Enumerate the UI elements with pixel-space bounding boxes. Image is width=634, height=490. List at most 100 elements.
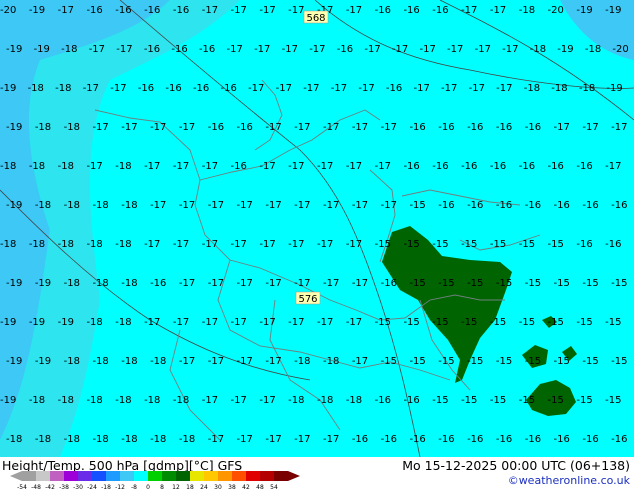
temperature-label: -16	[611, 200, 627, 211]
temperature-label: -18	[323, 356, 339, 367]
temperature-label: -17	[208, 278, 224, 289]
temperature-label: -18	[524, 83, 540, 94]
scale-color-box	[106, 471, 120, 481]
temperature-label: -17	[86, 161, 102, 172]
temperature-label: -16	[409, 122, 425, 133]
temperature-label: -17	[294, 278, 310, 289]
temperature-label: -19	[35, 278, 51, 289]
temperature-label: -16	[221, 83, 237, 94]
temperature-label: -16	[381, 434, 397, 445]
temperature-label: -17	[276, 83, 292, 94]
credit-link[interactable]: ©weatheronline.co.uk	[508, 474, 630, 487]
scale-color-box	[204, 471, 218, 481]
temperature-label: -15	[611, 356, 627, 367]
scale-color-box	[218, 471, 232, 481]
temperature-label: -18	[121, 434, 137, 445]
temperature-label: -16	[576, 239, 592, 250]
temperature-label: -16	[611, 434, 627, 445]
temperature-label: -16	[403, 161, 419, 172]
temperature-label: -20	[548, 5, 564, 16]
temperature-label: -16	[144, 5, 160, 16]
temperature-label: -15	[461, 395, 477, 406]
temperature-label: -18	[61, 44, 77, 55]
temperature-label: -18	[150, 356, 166, 367]
temperature-label: -16	[548, 161, 564, 172]
temperature-label: -18	[346, 395, 362, 406]
temperature-label: -18	[519, 5, 535, 16]
scale-color-box	[232, 471, 246, 481]
temperature-label: -15	[519, 239, 535, 250]
temperature-label: -15	[548, 317, 564, 328]
temperature-label: -17	[227, 44, 243, 55]
temperature-label: -18	[58, 239, 74, 250]
temperature-label: -15	[554, 278, 570, 289]
temperature-label: -18	[29, 395, 45, 406]
temperature-label: -17	[173, 239, 189, 250]
scale-color-box	[148, 471, 162, 481]
contour-label-568: 568	[303, 10, 329, 24]
temperature-label: -17	[346, 5, 362, 16]
temperature-label: -17	[346, 161, 362, 172]
temperature-label: -17	[259, 5, 275, 16]
temperature-label: -16	[582, 200, 598, 211]
temperature-label: -16	[432, 5, 448, 16]
temperature-label: -16	[409, 434, 425, 445]
temperature-label: -15	[519, 395, 535, 406]
temperature-label: -16	[193, 83, 209, 94]
temperature-label: -19	[29, 5, 45, 16]
temperature-label: -17	[294, 122, 310, 133]
temperature-label: -17	[358, 83, 374, 94]
temperature-label: -16	[519, 161, 535, 172]
scale-arrow-right	[288, 471, 300, 481]
temperature-label: -17	[202, 161, 218, 172]
temperature-label: -16	[438, 200, 454, 211]
temperature-label: -16	[381, 278, 397, 289]
height-label-576: 576	[298, 294, 317, 305]
temperature-label: -17	[179, 356, 195, 367]
scale-tick-label: 38	[228, 484, 236, 490]
temperature-label: -19	[58, 317, 74, 328]
temperature-label: -15	[490, 395, 506, 406]
temperature-label: -17	[317, 317, 333, 328]
temperature-label: -16	[403, 395, 419, 406]
scale-tick-label: -48	[31, 484, 41, 490]
temperature-label: -17	[447, 44, 463, 55]
temperature-label: -17	[413, 83, 429, 94]
temperature-label: -17	[381, 122, 397, 133]
temperature-label: -17	[237, 278, 253, 289]
temperature-label: -17	[179, 278, 195, 289]
scale-tick-label: -24	[87, 484, 97, 490]
temperature-label: -17	[309, 44, 325, 55]
temperature-label: -17	[173, 161, 189, 172]
temperature-label: -17	[317, 161, 333, 172]
temperature-label: -17	[490, 5, 506, 16]
temperature-label: -16	[138, 83, 154, 94]
temperature-label: -18	[58, 395, 74, 406]
scale-tick-label: 30	[214, 484, 222, 490]
temperature-label: -16	[605, 239, 621, 250]
temperature-label: -18	[115, 395, 131, 406]
temperature-label: -16	[165, 83, 181, 94]
temperature-label: -19	[0, 83, 16, 94]
temperature-label: -17	[582, 122, 598, 133]
temperature-label: -16	[496, 434, 512, 445]
temperature-label: -15	[576, 317, 592, 328]
temperature-label: -15	[496, 278, 512, 289]
temperature-label: -18	[115, 317, 131, 328]
scale-tick-label: -18	[101, 484, 111, 490]
temperature-label: -17	[150, 122, 166, 133]
contour-label-576: 576	[295, 291, 321, 305]
scale-tick-label: 48	[256, 484, 264, 490]
temperature-label: -17	[282, 44, 298, 55]
temperature-label: -18	[288, 395, 304, 406]
temperature-label: -19	[34, 44, 50, 55]
temperature-label: -15	[403, 239, 419, 250]
temperature-label: -16	[231, 161, 247, 172]
temperature-label: -17	[352, 200, 368, 211]
temperature-label: -17	[231, 395, 247, 406]
temperature-label: -19	[29, 317, 45, 328]
temperature-label: -16	[144, 44, 160, 55]
scale-color-box	[64, 471, 78, 481]
temperature-label: -17	[179, 200, 195, 211]
temperature-label: -16	[582, 434, 598, 445]
